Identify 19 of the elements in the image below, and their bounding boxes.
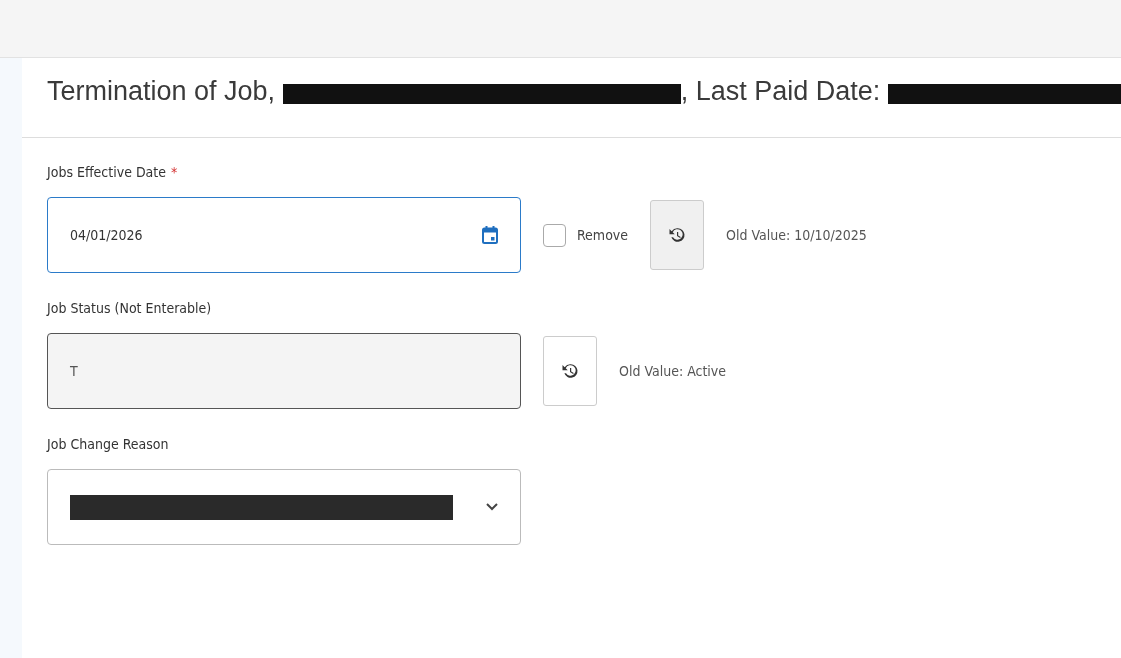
required-mark: * xyxy=(171,164,178,180)
field-label: Job Change Reason xyxy=(47,436,169,452)
history-icon xyxy=(668,226,687,244)
calendar-icon xyxy=(482,226,498,244)
reason-dropdown[interactable] xyxy=(47,469,521,545)
field-label: Jobs Effective Date xyxy=(47,164,167,180)
history-button[interactable] xyxy=(543,336,597,406)
history-icon xyxy=(561,362,579,380)
chevron-down-icon xyxy=(486,503,498,511)
history-button[interactable] xyxy=(650,200,705,270)
title-text: , Last Paid Date: xyxy=(680,76,882,107)
old-value-text: Old Value: Active xyxy=(619,363,727,379)
checkbox-label[interactable]: Remove xyxy=(577,227,629,243)
title-text: Termination of Job, xyxy=(47,76,277,107)
date-field[interactable]: 04/01/2026 xyxy=(47,197,521,273)
remove-checkbox[interactable] xyxy=(543,223,566,247)
field-label: Job Status (Not Enterable) xyxy=(47,300,212,316)
status-field: T xyxy=(47,333,521,409)
old-value-text: Old Value: 10/10/2025 xyxy=(726,227,867,243)
